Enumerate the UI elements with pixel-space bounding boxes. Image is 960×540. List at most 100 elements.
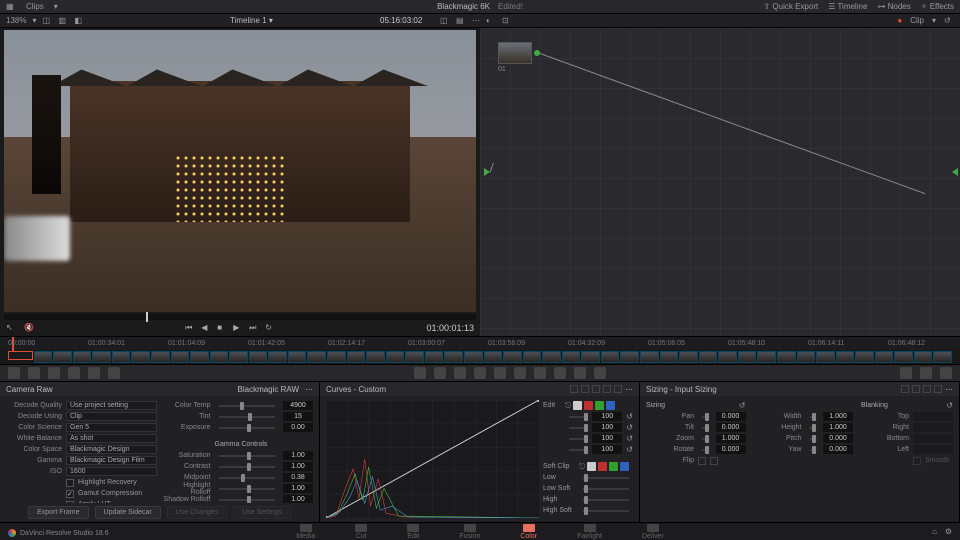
mute-icon[interactable]: 🔇 bbox=[24, 323, 34, 333]
node-01[interactable] bbox=[498, 42, 532, 64]
clip-thumb[interactable] bbox=[53, 351, 72, 363]
cut-page-button[interactable]: Cut bbox=[355, 524, 367, 540]
clip-thumb[interactable] bbox=[875, 351, 894, 363]
grab-still-icon[interactable]: ⊡ bbox=[502, 16, 512, 26]
viewer-image[interactable] bbox=[4, 30, 476, 312]
clip-thumb[interactable] bbox=[601, 351, 620, 363]
clip-thumb[interactable] bbox=[327, 351, 346, 363]
pointer-icon[interactable]: ↖ bbox=[6, 323, 16, 333]
qualifier-icon[interactable] bbox=[454, 367, 466, 379]
clip-strip[interactable] bbox=[0, 350, 960, 364]
rgb-mixer-icon[interactable] bbox=[88, 367, 100, 379]
tint-slider[interactable] bbox=[219, 416, 276, 418]
custom-mode-icon[interactable] bbox=[570, 385, 578, 393]
clip-thumb[interactable] bbox=[660, 351, 679, 363]
pitch-slider[interactable] bbox=[810, 438, 816, 440]
clip-thumb[interactable] bbox=[738, 351, 757, 363]
flip-v-button[interactable] bbox=[710, 457, 718, 465]
update-sidecar-button[interactable]: Update Sidecar bbox=[95, 506, 161, 519]
clip-thumb[interactable] bbox=[190, 351, 209, 363]
bypass-icon[interactable]: ◐ bbox=[486, 16, 496, 26]
decode-quality-select[interactable]: Use project setting bbox=[66, 401, 157, 410]
wheels-icon[interactable] bbox=[48, 367, 60, 379]
intensity-g-slider[interactable] bbox=[569, 438, 584, 440]
media-page-button[interactable]: Media bbox=[296, 524, 315, 540]
iso-select[interactable]: 1600 bbox=[66, 467, 157, 476]
clip-thumb[interactable] bbox=[425, 351, 444, 363]
reset-g-icon[interactable]: ↺ bbox=[626, 434, 633, 443]
reset-r-icon[interactable]: ↺ bbox=[626, 423, 633, 432]
sizing-menu-icon[interactable]: ⋯ bbox=[945, 385, 953, 394]
clip-thumb[interactable] bbox=[171, 351, 190, 363]
timeline-ruler[interactable]: 00:00:0001:00:34:0101:01:04:0901:01:42:0… bbox=[0, 336, 960, 350]
intensity-b-slider[interactable] bbox=[569, 449, 584, 451]
clip-thumb[interactable] bbox=[386, 351, 405, 363]
clip-thumb[interactable] bbox=[523, 351, 542, 363]
clip-thumb[interactable] bbox=[562, 351, 581, 363]
zoom-dropdown-icon[interactable]: ▾ bbox=[32, 16, 36, 25]
sizing-icon[interactable] bbox=[574, 367, 586, 379]
more-icon[interactable]: ⋯ bbox=[472, 16, 480, 26]
tilt-slider[interactable] bbox=[702, 427, 708, 429]
camera-raw-palette-icon[interactable] bbox=[8, 367, 20, 379]
sc-high-slider[interactable] bbox=[583, 499, 629, 501]
clips-dropdown-icon[interactable]: ▾ bbox=[54, 2, 58, 11]
clip-thumb[interactable] bbox=[131, 351, 150, 363]
use-settings-button[interactable]: Use Settings bbox=[233, 506, 291, 519]
sc-highsoft-slider[interactable] bbox=[583, 510, 629, 512]
hdr-icon[interactable] bbox=[68, 367, 80, 379]
sizing-mode-1[interactable] bbox=[901, 385, 909, 393]
clip-thumb[interactable] bbox=[503, 351, 522, 363]
reset-b-icon[interactable]: ↺ bbox=[626, 445, 633, 454]
clip-thumb[interactable] bbox=[8, 351, 33, 360]
blank-left-value[interactable] bbox=[913, 445, 953, 454]
exposure-value[interactable]: 0.00 bbox=[283, 423, 313, 432]
sc-green-button[interactable] bbox=[609, 462, 618, 471]
highlight-recovery-checkbox[interactable] bbox=[66, 479, 74, 487]
clip-mode-dropdown-icon[interactable]: ▾ bbox=[932, 16, 936, 25]
blank-top-value[interactable] bbox=[913, 412, 953, 421]
curves-palette-icon[interactable] bbox=[414, 367, 426, 379]
gamma-select[interactable]: Blackmagic Design Film bbox=[66, 456, 157, 465]
unmix-icon[interactable]: ◫ bbox=[440, 16, 450, 26]
clip-thumb[interactable] bbox=[894, 351, 913, 363]
sizing-mode-2[interactable] bbox=[912, 385, 920, 393]
clip-thumb[interactable] bbox=[797, 351, 816, 363]
image-wipe-icon[interactable]: ◫ bbox=[42, 16, 52, 26]
clip-thumb[interactable] bbox=[757, 351, 776, 363]
decode-using-select[interactable]: Clip bbox=[66, 412, 157, 421]
prev-clip-button[interactable]: ⏮ bbox=[185, 323, 195, 333]
fusion-page-button[interactable]: Fusion bbox=[459, 524, 480, 540]
viewer-scrubber[interactable] bbox=[4, 314, 476, 320]
deliver-page-button[interactable]: Deliver bbox=[642, 524, 664, 540]
link-icon[interactable]: ⎋ bbox=[565, 401, 571, 411]
loop-button[interactable]: ↻ bbox=[265, 323, 275, 333]
saturation-slider[interactable] bbox=[219, 455, 276, 457]
clip-thumb[interactable] bbox=[268, 351, 287, 363]
curves-menu-icon[interactable]: ⋯ bbox=[625, 385, 633, 394]
nodes-toggle[interactable]: ⊶ Nodes bbox=[877, 2, 910, 11]
curves-graph[interactable] bbox=[326, 400, 539, 518]
sc-low-slider[interactable] bbox=[583, 477, 629, 479]
clip-thumb[interactable] bbox=[249, 351, 268, 363]
key-icon[interactable] bbox=[554, 367, 566, 379]
motion-icon[interactable] bbox=[108, 367, 120, 379]
clip-thumb[interactable] bbox=[542, 351, 561, 363]
timeline-name[interactable]: Timeline 1 ▾ bbox=[230, 16, 273, 25]
edit-blue-button[interactable] bbox=[606, 401, 615, 410]
scopes-icon[interactable] bbox=[920, 367, 932, 379]
reset-icon[interactable]: ↺ bbox=[944, 16, 954, 26]
color-temp-slider[interactable] bbox=[219, 405, 276, 407]
lum-mode-icon[interactable] bbox=[603, 385, 611, 393]
home-icon[interactable]: ⌂ bbox=[932, 527, 937, 536]
viewer-zoom[interactable]: 138% bbox=[6, 16, 26, 25]
highlight-icon[interactable]: ◧ bbox=[74, 16, 84, 26]
node-graph[interactable]: 01 bbox=[480, 28, 960, 336]
tint-value[interactable]: 15 bbox=[283, 412, 313, 421]
hue-mode-icon[interactable] bbox=[581, 385, 589, 393]
sc-lowsoft-slider[interactable] bbox=[583, 488, 629, 490]
high-rolloff-slider[interactable] bbox=[219, 488, 276, 490]
quick-export-button[interactable]: ⇪ Quick Export bbox=[763, 2, 818, 11]
clip-thumb[interactable] bbox=[816, 351, 835, 363]
clip-thumb[interactable] bbox=[640, 351, 659, 363]
